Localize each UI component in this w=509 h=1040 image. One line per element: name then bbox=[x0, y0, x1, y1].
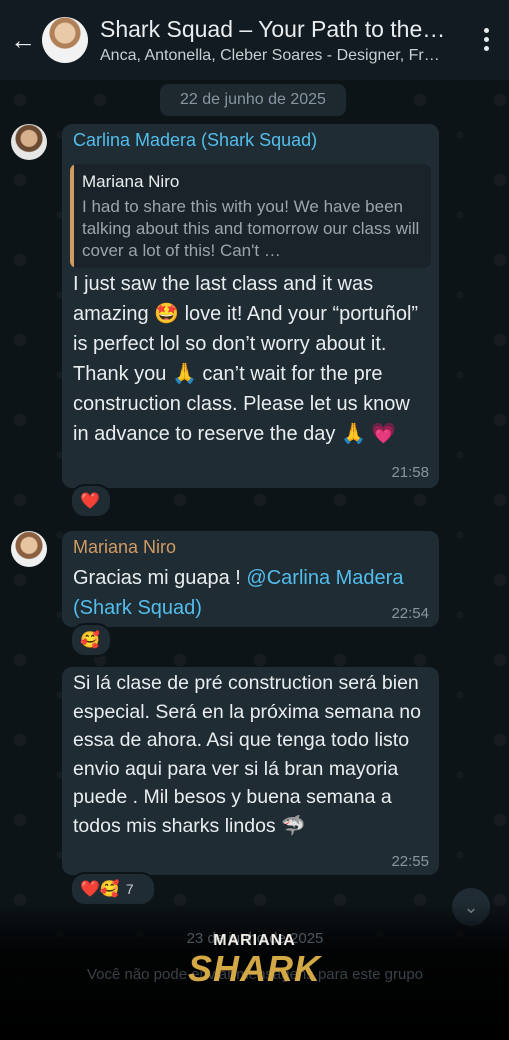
quoted-message[interactable]: Mariana Niro I had to share this with yo… bbox=[70, 164, 431, 268]
more-options-icon[interactable] bbox=[483, 28, 491, 54]
message-text: Gracias mi guapa ! @Carlina Madera (Shar… bbox=[73, 563, 433, 623]
quote-author: Mariana Niro bbox=[82, 172, 180, 191]
quote-text: I had to share this with you! We have be… bbox=[82, 197, 420, 260]
message-text: Si lá clase de pré construction será bie… bbox=[73, 672, 421, 837]
sender-avatar-carlina[interactable] bbox=[11, 124, 47, 160]
message-text-prefix: Gracias mi guapa ! bbox=[73, 567, 247, 589]
message-time: 21:58 bbox=[391, 464, 429, 481]
date-divider: 22 de junho de 2025 bbox=[160, 84, 346, 116]
message-bubble-2[interactable]: Mariana Niro Gracias mi guapa ! @Carlina… bbox=[62, 531, 439, 627]
message-time: 22:55 bbox=[391, 853, 429, 870]
sender-name: Carlina Madera (Shark Squad) bbox=[73, 130, 318, 150]
message-bubble-1[interactable]: Carlina Madera (Shark Squad) Mariana Nir… bbox=[62, 124, 439, 488]
message-text: I just saw the last class and it was ama… bbox=[73, 273, 419, 445]
smiling-hearts-reaction-icon: 🥰 bbox=[99, 881, 120, 898]
group-members: Anca, Antonella, Cleber Soares - Designe… bbox=[100, 46, 440, 64]
sender-name: Mariana Niro bbox=[73, 537, 177, 557]
heart-reaction-icon: ❤️ bbox=[80, 493, 100, 510]
reaction-heart[interactable]: ❤️ bbox=[70, 484, 112, 518]
logo-shark-text: SHARK bbox=[187, 948, 321, 989]
back-arrow-icon[interactable]: ← bbox=[6, 25, 40, 56]
group-avatar[interactable] bbox=[42, 17, 88, 63]
message-bubble-3[interactable]: Si lá clase de pré construction será bie… bbox=[62, 667, 439, 875]
sender-avatar-mariana[interactable] bbox=[11, 531, 47, 567]
chat-header: ← Shark Squad – Your Path to the… Anca, … bbox=[0, 0, 509, 80]
heart-reaction-icon: ❤️ bbox=[80, 881, 100, 898]
reaction-love-face[interactable]: 🥰 bbox=[70, 623, 112, 657]
message-time: 22:54 bbox=[391, 605, 429, 622]
quote-bar bbox=[70, 164, 74, 268]
smiling-hearts-reaction-icon: 🥰 bbox=[80, 632, 100, 649]
header-info[interactable]: Shark Squad – Your Path to the… Anca, An… bbox=[100, 16, 460, 65]
reaction-count: 7 bbox=[125, 881, 134, 897]
group-title: Shark Squad – Your Path to the… bbox=[100, 15, 446, 42]
